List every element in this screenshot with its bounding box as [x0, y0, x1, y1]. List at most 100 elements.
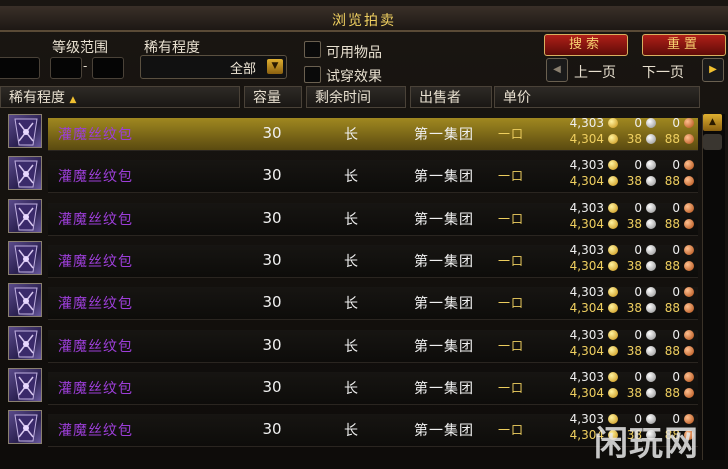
gold-coin-icon: [608, 176, 618, 187]
column-rarity[interactable]: 稀有程度 ▲: [0, 86, 240, 108]
rarity-dropdown[interactable]: 全部 ▼: [140, 55, 287, 79]
column-unit-price[interactable]: 单价: [494, 86, 700, 108]
buyout-price: 4,304 38 88: [546, 174, 696, 188]
item-name[interactable]: 灌魔丝纹包: [58, 251, 133, 271]
item-capacity: 30: [262, 293, 282, 312]
item-capacity: 30: [262, 420, 282, 439]
item-name[interactable]: 灌魔丝纹包: [58, 293, 133, 313]
bid-gold: 4,303: [569, 116, 604, 130]
silver-coin-icon: [646, 345, 656, 356]
time-left: 长: [344, 127, 358, 143]
time-left: 长: [344, 253, 358, 270]
column-capacity[interactable]: 容量: [244, 86, 302, 108]
bid-gold: 4,303: [569, 242, 604, 257]
copper-coin-icon: [684, 134, 694, 144]
silk-bag-icon[interactable]: [8, 114, 42, 148]
watermark: 闲玩网: [594, 424, 699, 464]
buyout-label: 一口: [498, 211, 525, 226]
silk-bag-icon[interactable]: [8, 156, 42, 191]
silver-coin-icon: [646, 202, 656, 213]
item-name[interactable]: 灌魔丝纹包: [58, 420, 133, 440]
reset-button[interactable]: 重置: [642, 34, 726, 56]
auction-row[interactable]: 灌魔丝纹包 30 长 第一集团 一口 4,303 0 0 4,304 38 88: [6, 366, 698, 406]
silk-bag-icon[interactable]: [8, 410, 42, 445]
silver-coin-icon: [646, 176, 656, 187]
search-button[interactable]: 搜索: [544, 34, 628, 56]
buy-gold: 4,304: [569, 132, 604, 146]
usable-items-label: 可用物品: [326, 45, 382, 61]
buy-gold: 4,304: [569, 216, 604, 231]
buy-copper: 88: [664, 343, 680, 358]
bid-gold: 4,303: [569, 158, 604, 173]
name-search-input[interactable]: [0, 57, 40, 79]
buy-copper: 88: [664, 132, 680, 146]
scroll-thumb[interactable]: [703, 134, 722, 150]
bid-gold: 4,303: [569, 369, 604, 384]
copper-coin-icon: [684, 160, 694, 171]
copper-coin-icon: [684, 371, 694, 382]
copper-coin-icon: [684, 287, 694, 298]
item-name[interactable]: 灌魔丝纹包: [58, 336, 133, 356]
buyout-label: 一口: [498, 253, 525, 268]
bid-copper: 0: [672, 327, 680, 342]
buy-copper: 88: [664, 258, 680, 273]
bid-copper: 0: [672, 200, 680, 215]
prev-page-label[interactable]: 上一页: [574, 62, 616, 82]
silk-bag-icon[interactable]: [8, 325, 42, 360]
prev-page-icon[interactable]: ◀: [546, 58, 568, 82]
column-time-left[interactable]: 剩余时间: [306, 86, 406, 108]
seller-name: 第一集团: [414, 338, 474, 355]
seller-name: 第一集团: [414, 211, 474, 228]
min-level-input[interactable]: [50, 57, 82, 79]
max-level-input[interactable]: [92, 57, 124, 79]
silk-bag-icon[interactable]: [8, 240, 42, 275]
silk-bag-icon[interactable]: [8, 198, 42, 233]
silk-bag-icon[interactable]: [8, 367, 42, 402]
copper-coin-icon: [684, 176, 694, 187]
scroll-up-icon[interactable]: ▲: [703, 114, 722, 131]
copper-coin-icon: [684, 303, 694, 314]
auction-row[interactable]: 灌魔丝纹包 30 长 第一集团 一口 4,303 0 0 4,304 38 88: [6, 154, 698, 194]
silver-coin-icon: [646, 160, 656, 171]
item-name[interactable]: 灌魔丝纹包: [58, 209, 133, 229]
auction-row[interactable]: 灌魔丝纹包 30 长 第一集团 一口 4,303 0 0 4,304 38 88: [6, 281, 698, 321]
bid-silver: 0: [634, 369, 642, 384]
buy-gold: 4,304: [569, 174, 604, 189]
bid-copper: 0: [672, 158, 680, 173]
copper-coin-icon: [684, 329, 694, 340]
scrollbar[interactable]: [702, 114, 725, 460]
copper-coin-icon: [684, 345, 694, 356]
gold-coin-icon: [608, 387, 618, 398]
column-seller[interactable]: 出售者: [410, 86, 492, 108]
chevron-down-icon[interactable]: ▼: [267, 59, 283, 74]
gold-coin-icon: [608, 287, 618, 298]
item-name[interactable]: 灌魔丝纹包: [58, 378, 133, 398]
buy-copper: 88: [664, 216, 680, 231]
gold-coin-icon: [608, 218, 618, 229]
item-name[interactable]: 灌魔丝纹包: [58, 166, 133, 186]
time-left: 长: [344, 169, 358, 186]
next-page-icon[interactable]: ▶: [702, 58, 724, 82]
usable-items-checkbox[interactable]: [304, 41, 321, 58]
item-capacity: 30: [262, 377, 282, 396]
auction-row[interactable]: 灌魔丝纹包 30 长 第一集团 一口 4,303 0 0 4,304 38 88: [6, 324, 698, 364]
item-capacity: 30: [262, 166, 282, 185]
next-page-label[interactable]: 下一页: [642, 62, 684, 82]
auction-row[interactable]: 灌魔丝纹包 30 长 第一集团 一口 4,303 0 0 4,304 38 88: [6, 197, 698, 237]
seller-name: 第一集团: [414, 169, 474, 186]
buy-silver: 38: [626, 216, 642, 231]
level-range-label: 等级范围: [52, 40, 108, 56]
try-on-checkbox[interactable]: [304, 66, 321, 83]
buyout-price: 4,304 38 88: [546, 132, 696, 146]
buy-silver: 38: [626, 301, 642, 316]
buy-silver: 38: [626, 132, 642, 146]
item-name[interactable]: 灌魔丝纹包: [58, 124, 133, 144]
rarity-dropdown-value: 全部: [229, 62, 256, 77]
auction-row[interactable]: 灌魔丝纹包 30 长 第一集团 一口 4,303 0 0 4,304 38 88: [6, 112, 698, 152]
bid-silver: 0: [634, 116, 642, 130]
silk-bag-icon[interactable]: [8, 283, 42, 318]
bid-copper: 0: [672, 242, 680, 257]
bid-price: 4,303 0 0: [546, 285, 696, 299]
auction-row[interactable]: 灌魔丝纹包 30 长 第一集团 一口 4,303 0 0 4,304 38 88: [6, 239, 698, 279]
bid-copper: 0: [672, 369, 680, 384]
